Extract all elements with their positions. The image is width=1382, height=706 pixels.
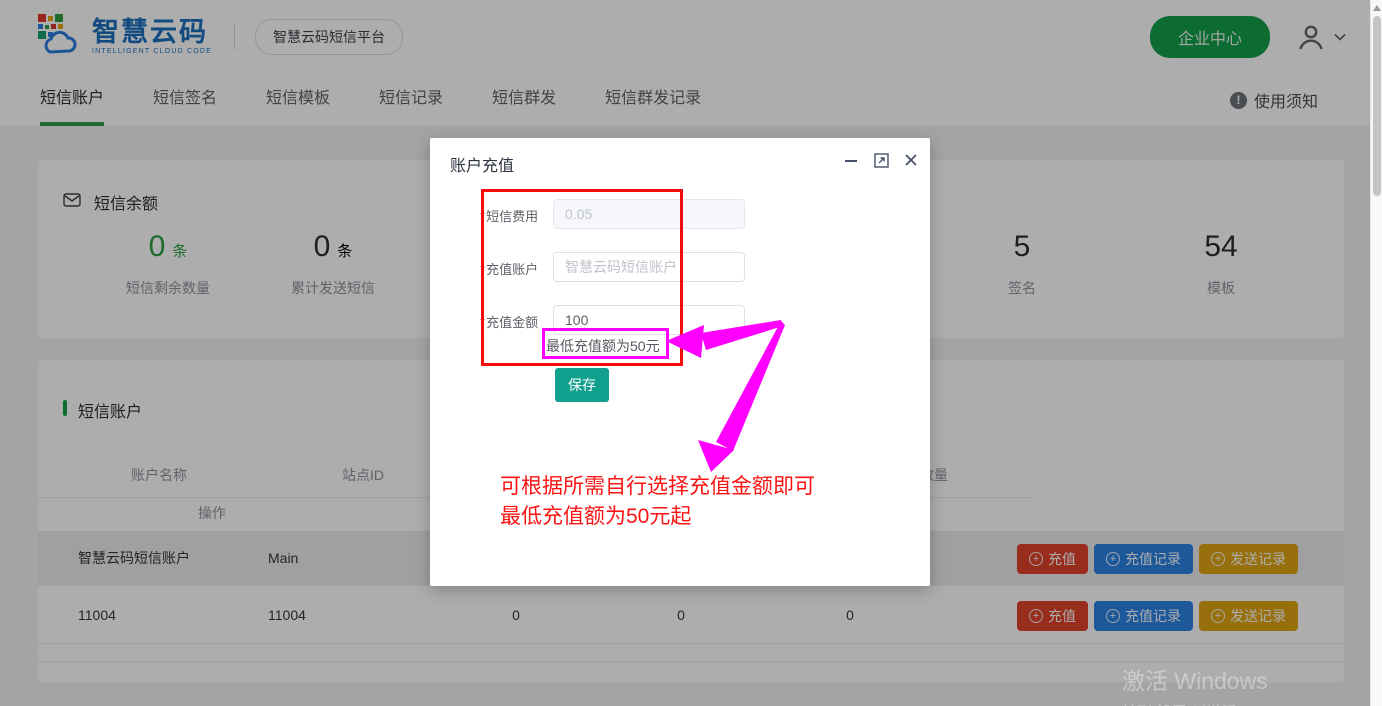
vertical-scrollbar[interactable] [1370,0,1382,706]
scrollbar-thumb[interactable] [1373,16,1381,196]
scrollbar-up-arrow-icon[interactable] [1373,5,1381,11]
maximize-icon[interactable] [872,151,890,169]
recharge-amount-input[interactable] [553,305,745,335]
sms-fee-label: *短信费用 [480,206,546,225]
close-icon[interactable] [902,151,920,169]
minimum-recharge-hint: 最低充值额为50元 [546,336,660,356]
recharge-account-input[interactable] [553,252,745,282]
modal-title: 账户充值 [450,152,514,176]
recharge-account-label: *充值账户 [480,259,546,278]
save-button[interactable]: 保存 [555,368,609,402]
minimize-icon[interactable] [842,151,860,169]
recharge-modal: 账户充值 *短信费用 *充值账户 *充值金额 最低充值额为50元 [430,138,930,586]
sms-fee-input[interactable] [553,199,745,229]
recharge-amount-label: *充值金额 [480,312,546,331]
